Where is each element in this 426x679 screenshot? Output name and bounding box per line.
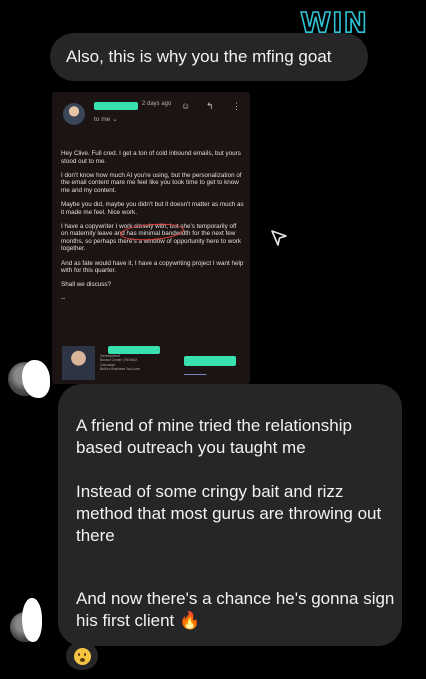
surprised-face-icon — [73, 647, 91, 665]
sender-avatar-2[interactable] — [10, 598, 42, 642]
email-recipient: to me ⌄ — [94, 116, 118, 123]
signature-photo — [62, 346, 95, 380]
reply-icon: ↰ — [206, 101, 214, 111]
email-paragraph: Maybe you did, maybe you didn't but it d… — [61, 200, 244, 216]
email-screenshot-image[interactable]: 2 days ago ☺ ↰ ⋮ to me ⌄ Hey Clive. Full… — [52, 92, 250, 384]
email-paragraph: I don't know how much AI you're using, b… — [61, 171, 242, 194]
message-bubble-second[interactable]: A friend of mine tried the relationship … — [58, 384, 402, 646]
message-reaction[interactable] — [66, 642, 98, 670]
message-text: And now there's a chance he's gonna sign… — [76, 589, 395, 630]
sender-avatar — [63, 103, 85, 125]
avatar-redaction — [22, 360, 50, 398]
message-text: Instead of some cringy bait and rizz met… — [76, 482, 382, 545]
emoji-react-icon: ☺ — [181, 101, 191, 111]
redacted-signature-name — [108, 346, 160, 354]
share-send-button[interactable] — [263, 224, 295, 252]
redacted-name — [94, 102, 138, 110]
avatar-redaction — [22, 598, 42, 642]
sender-avatar-1[interactable] — [8, 360, 50, 398]
message-text: Also, this is why you the mfing goat — [66, 47, 332, 66]
signature-text: Development Boston Center | RE/MAX Canva… — [100, 354, 140, 371]
email-paragraph: Hey Clive. Full cred. I get a ton of col… — [61, 150, 241, 165]
redacted-signature-contact — [184, 356, 236, 366]
message-text: A friend of mine tried the relationship … — [76, 416, 352, 457]
email-time: 2 days ago — [142, 101, 172, 107]
more-options-icon: ⋮ — [232, 101, 241, 111]
fire-emoji: 🔥 — [178, 611, 201, 630]
send-icon — [271, 230, 287, 246]
signature-link: ▬▬▬▬▬▬▬ — [184, 372, 207, 376]
email-paragraph: Shall we discuss? — [61, 281, 112, 289]
email-paragraph: And as fate would have it, I have a copy… — [61, 259, 244, 275]
message-bubble-first[interactable]: Also, this is why you the mfing goat — [50, 33, 368, 81]
email-paragraph: -- — [61, 295, 66, 303]
